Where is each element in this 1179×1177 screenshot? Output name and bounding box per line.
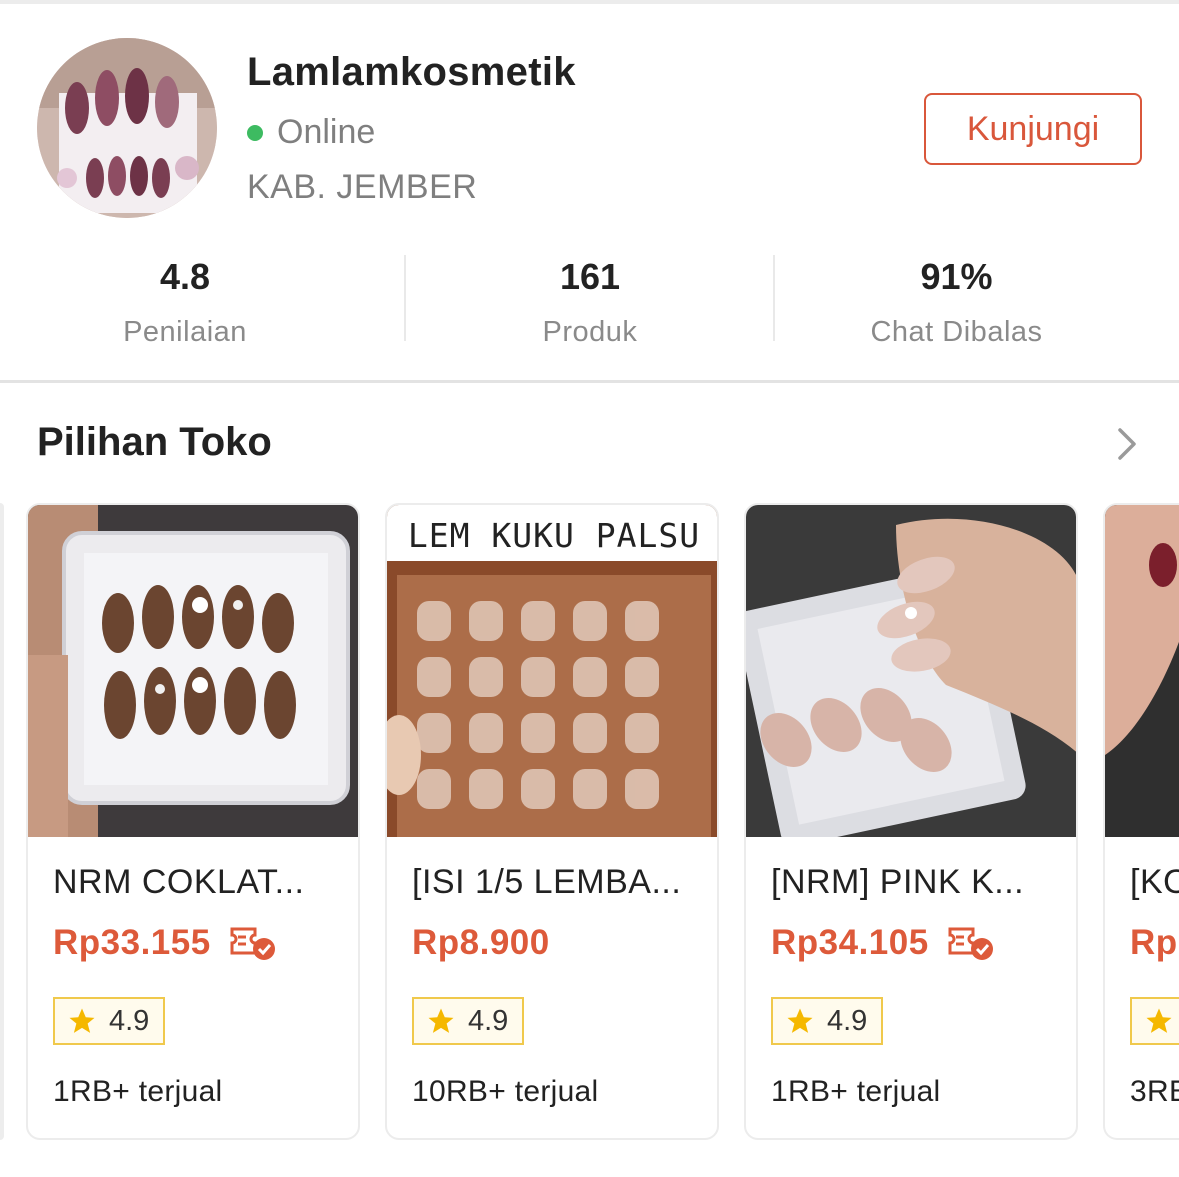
sold-count: 10RB+ terjual — [412, 1075, 599, 1108]
stat-divider — [404, 255, 406, 341]
star-icon — [1146, 1008, 1172, 1033]
product-title: [KO — [1130, 863, 1179, 901]
shop-name: Lamlamkosmetik — [247, 50, 576, 94]
rating-badge: 4.9 — [771, 997, 884, 1045]
product-price-value: Rp8.900 — [412, 923, 550, 962]
stat-chat-replied: 91% Chat Dibalas — [774, 250, 1179, 348]
avatar-image — [37, 38, 217, 218]
sold-count: 3RB — [1130, 1075, 1179, 1108]
coupon-check-icon — [948, 927, 993, 960]
online-status: Online — [247, 113, 375, 152]
product-image — [28, 505, 358, 837]
stat-rating: 4.8 Penilaian — [0, 250, 406, 348]
stat-value: 91% — [920, 256, 993, 297]
product-image: LEM KUKU PALSU — [387, 505, 717, 837]
star-icon — [787, 1008, 813, 1033]
product-card[interactable]: LEM KUKU PALSU [ISI 1/5 LEMBA... Rp8.900 — [385, 503, 719, 1140]
stat-value: 4.8 — [159, 256, 211, 297]
visit-shop-button[interactable]: Kunjungi — [924, 93, 1142, 165]
stat-value: 161 — [559, 256, 621, 297]
stat-divider — [773, 255, 775, 341]
section-divider — [0, 380, 1179, 383]
product-price: Rp34.105 — [771, 923, 995, 963]
rating-value: 4.9 — [109, 1004, 150, 1037]
product-price: Rp — [1130, 923, 1178, 963]
product-price: Rp8.900 — [412, 923, 550, 963]
product-price-value: Rp34.105 — [771, 923, 929, 962]
coupon-check-icon — [230, 927, 275, 960]
product-card[interactable]: [NRM] PINK K... Rp34.105 4.9 1RB+ terjua… — [744, 503, 1078, 1140]
previous-card-edge — [0, 503, 4, 1140]
star-icon — [428, 1008, 454, 1033]
shop-avatar[interactable] — [37, 38, 217, 218]
product-title: [ISI 1/5 LEMBA... — [412, 863, 682, 901]
top-border — [0, 0, 1179, 4]
stat-label: Produk — [542, 316, 638, 348]
stat-label: Penilaian — [123, 316, 247, 348]
product-image — [1105, 505, 1179, 837]
rating-value: 4.9 — [827, 1004, 868, 1037]
sold-count: 1RB+ terjual — [771, 1075, 941, 1108]
sold-count: 1RB+ terjual — [53, 1075, 223, 1108]
product-title: NRM COKLAT... — [53, 863, 305, 901]
rating-badge: 4.9 — [412, 997, 525, 1045]
product-price: Rp33.155 — [53, 923, 277, 963]
stat-products: 161 Produk — [406, 250, 774, 348]
product-price-value: Rp33.155 — [53, 923, 211, 962]
chevron-right-icon[interactable] — [1112, 425, 1142, 463]
product-image — [746, 505, 1076, 837]
shop-stats: 4.8 Penilaian 161 Produk 91% Chat Dibala… — [0, 250, 1179, 348]
product-card[interactable]: [KO Rp 3RB — [1103, 503, 1179, 1140]
shop-location: KAB. JEMBER — [247, 168, 478, 206]
product-price-value: Rp — [1130, 923, 1178, 962]
online-status-label: Online — [277, 113, 376, 151]
product-card[interactable]: NRM COKLAT... Rp33.155 4.9 1RB+ terjual — [26, 503, 360, 1140]
section-title: Pilihan Toko — [37, 420, 272, 464]
rating-badge — [1130, 997, 1179, 1045]
product-image-text: LEM KUKU PALSU — [408, 516, 700, 555]
rating-value: 4.9 — [468, 1004, 509, 1037]
online-dot-icon — [247, 124, 263, 141]
rating-badge: 4.9 — [53, 997, 166, 1045]
stat-label: Chat Dibalas — [870, 316, 1043, 348]
product-title: [NRM] PINK K... — [771, 863, 1025, 901]
star-icon — [69, 1008, 95, 1033]
